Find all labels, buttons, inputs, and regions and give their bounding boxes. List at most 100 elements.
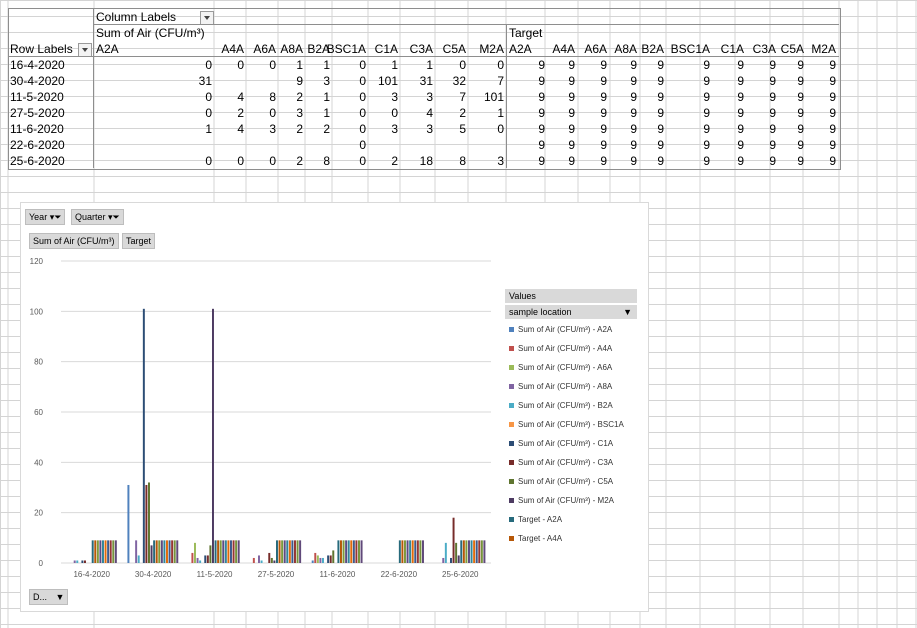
bar[interactable] — [416, 540, 419, 563]
bar[interactable] — [237, 540, 240, 563]
row-labels-filter-button[interactable] — [78, 43, 92, 57]
bar[interactable] — [455, 542, 458, 563]
bar[interactable] — [342, 540, 345, 563]
bar[interactable] — [209, 545, 212, 563]
bar[interactable] — [360, 540, 363, 563]
bar[interactable] — [340, 540, 342, 563]
bar[interactable] — [468, 540, 470, 563]
bar[interactable] — [102, 540, 104, 563]
bar[interactable] — [480, 540, 483, 563]
bar[interactable] — [398, 540, 401, 563]
bar[interactable] — [76, 560, 79, 563]
bar[interactable] — [155, 540, 158, 563]
bar[interactable] — [462, 540, 465, 563]
bar[interactable] — [442, 557, 445, 563]
bar[interactable] — [176, 540, 179, 563]
date-axis-field-button[interactable]: D... ▼ — [29, 589, 69, 605]
bar[interactable] — [171, 540, 174, 563]
bar[interactable] — [260, 560, 263, 563]
bar[interactable] — [411, 540, 414, 563]
bar[interactable] — [114, 540, 117, 563]
bar[interactable] — [158, 540, 161, 563]
bar[interactable] — [358, 540, 360, 563]
bar[interactable] — [291, 540, 294, 563]
bar[interactable] — [473, 540, 476, 563]
bar[interactable] — [94, 540, 97, 563]
bar[interactable] — [355, 540, 358, 563]
legend-entry[interactable]: Sum of Air (CFU/m³) - C3A — [509, 454, 613, 472]
bar[interactable] — [281, 540, 284, 563]
bar[interactable] — [206, 555, 209, 563]
bar[interactable] — [199, 560, 202, 563]
bar[interactable] — [483, 540, 486, 563]
bar[interactable] — [127, 484, 130, 563]
legend-entry[interactable]: Sum of Air (CFU/m³) - A6A — [509, 359, 612, 377]
bar[interactable] — [222, 540, 225, 563]
legend-entry[interactable]: Sum of Air (CFU/m³) - A8A — [509, 378, 612, 396]
bar[interactable] — [109, 540, 112, 563]
bar[interactable] — [332, 550, 335, 563]
bar[interactable] — [235, 540, 238, 563]
bar[interactable] — [104, 540, 107, 563]
bar[interactable] — [268, 552, 271, 563]
bar[interactable] — [347, 540, 350, 563]
bar[interactable] — [196, 557, 199, 563]
bar[interactable] — [283, 540, 286, 563]
bar[interactable] — [84, 560, 86, 563]
bar[interactable] — [81, 560, 84, 563]
bar[interactable] — [173, 540, 176, 563]
legend-entry[interactable]: Target - A2A — [509, 511, 562, 529]
bar[interactable] — [352, 540, 355, 563]
bar[interactable] — [219, 540, 222, 563]
bar[interactable] — [73, 560, 76, 563]
bar[interactable] — [96, 540, 99, 563]
legend-entry[interactable]: Target - A4A — [509, 530, 562, 548]
legend-entry[interactable]: Sum of Air (CFU/m³) - M2A — [509, 492, 614, 510]
bar[interactable] — [288, 540, 291, 563]
bar[interactable] — [232, 540, 235, 563]
legend-entry[interactable]: Sum of Air (CFU/m³) - A2A — [509, 321, 612, 339]
bar[interactable] — [112, 540, 115, 563]
bar[interactable] — [350, 540, 353, 563]
bar[interactable] — [278, 540, 281, 563]
legend-field-dropdown[interactable]: sample location ▼ — [505, 305, 637, 319]
bar[interactable] — [286, 540, 289, 563]
bar[interactable] — [252, 557, 255, 563]
bar[interactable] — [91, 540, 94, 563]
legend-entry[interactable]: Sum of Air (CFU/m³) - C1A — [509, 435, 613, 453]
bar[interactable] — [319, 557, 322, 563]
legend-entry[interactable]: Sum of Air (CFU/m³) - A4A — [509, 340, 612, 358]
pivot-chart[interactable]: Year ▾⏷ Quarter ▾⏷ Sum of Air (CFU/m³) T… — [20, 202, 649, 612]
legend-entry[interactable]: Sum of Air (CFU/m³) - C5A — [509, 473, 613, 491]
bar[interactable] — [465, 540, 468, 563]
bar[interactable] — [327, 555, 330, 563]
bar[interactable] — [107, 540, 110, 563]
bar[interactable] — [452, 517, 455, 563]
bar[interactable] — [212, 308, 214, 563]
bar[interactable] — [460, 540, 463, 563]
legend-entry[interactable]: Sum of Air (CFU/m³) - BSC1A — [509, 416, 624, 434]
bar[interactable] — [258, 555, 260, 563]
bar[interactable] — [457, 555, 460, 563]
bar[interactable] — [409, 540, 412, 563]
bar[interactable] — [227, 540, 230, 563]
bar[interactable] — [273, 560, 276, 563]
bar[interactable] — [204, 555, 207, 563]
bar[interactable] — [148, 482, 150, 563]
bar[interactable] — [311, 560, 314, 563]
bar[interactable] — [294, 540, 296, 563]
bar[interactable] — [99, 540, 102, 563]
bar[interactable] — [163, 540, 166, 563]
bar[interactable] — [470, 540, 473, 563]
bar[interactable] — [270, 557, 273, 563]
bar[interactable] — [401, 540, 404, 563]
bar[interactable] — [276, 540, 278, 563]
bar[interactable] — [419, 540, 422, 563]
bar[interactable] — [475, 540, 478, 563]
bar[interactable] — [345, 540, 348, 563]
bar[interactable] — [168, 540, 171, 563]
bar[interactable] — [450, 557, 452, 563]
bar[interactable] — [153, 540, 156, 563]
bar[interactable] — [406, 540, 409, 563]
bar[interactable] — [329, 555, 332, 563]
